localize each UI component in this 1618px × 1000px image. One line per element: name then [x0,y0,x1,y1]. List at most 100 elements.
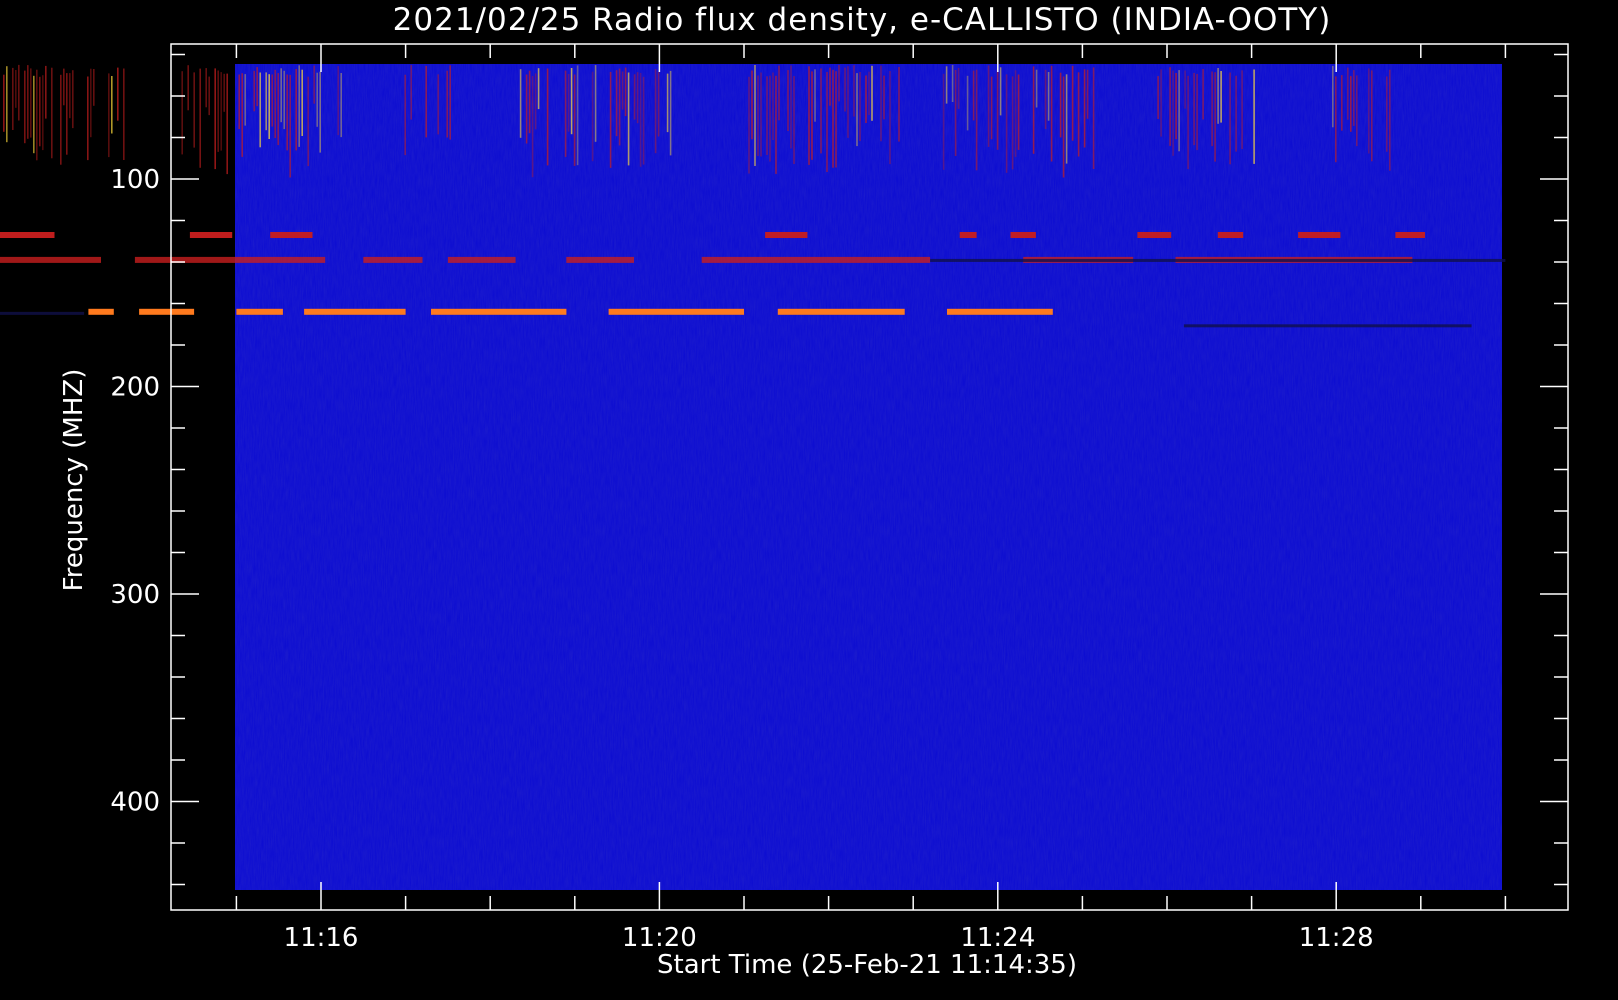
burst-stripe [69,73,71,119]
burst-stripe [618,68,621,146]
spectrogram-chart: 2021/02/25 Radio flux density, e-CALLIST… [0,0,1618,1000]
interference-band [959,232,977,238]
burst-stripe [669,70,672,156]
burst-stripe [546,68,549,166]
burst-stripe [1341,75,1343,131]
x-tick-label: 11:16 [284,923,359,953]
burst-stripe [1353,70,1355,126]
interference-band [88,308,114,315]
y-tick-label: 400 [110,788,160,818]
burst-stripe [1193,72,1195,146]
interference-band [1137,232,1172,238]
burst-stripe [259,72,261,148]
burst-stripe [1196,73,1198,151]
burst-stripe [199,68,201,168]
burst-stripe [1220,71,1222,123]
burst-stripe [286,74,288,151]
burst-stripe [537,68,540,110]
burst-stripe [1356,75,1358,147]
burst-stripe [621,71,624,110]
interference-band [363,256,423,263]
burst-stripe [942,73,945,170]
burst-stripe [30,68,32,138]
burst-stripe [117,67,119,121]
burst-stripe [1241,70,1243,150]
burst-stripe [1071,65,1074,141]
y-tick-label: 100 [110,165,160,195]
burst-stripe [624,67,627,117]
burst-stripe [446,70,448,138]
burst-stripe [987,65,990,147]
x-tick-label: 11:28 [1299,923,1374,953]
burst-stripe [996,69,999,150]
burst-stripe [265,72,267,131]
burst-stripe [36,69,38,161]
burst-stripe [1184,70,1186,109]
burst-stripe [181,71,183,155]
burst-stripe [591,71,594,162]
burst-stripe [238,74,240,129]
burst-stripe [42,75,44,151]
burst-stripe [205,68,207,108]
burst-stripe [1005,74,1008,173]
burst-stripe [1092,67,1095,169]
burst-stripe [277,73,279,146]
burst-stripe [576,65,579,166]
burst-stripe [63,68,65,106]
burst-stripe [975,69,978,171]
burst-stripe [193,72,195,148]
burst-stripe [1169,67,1171,146]
burst-stripe [754,65,756,166]
burst-stripe [301,69,303,136]
burst-stripe [787,70,789,131]
x-tick-label: 11:24 [960,923,1035,953]
burst-stripe [24,70,26,144]
burst-stripe [1178,70,1180,152]
burst-stripe [90,68,92,138]
burst-stripe [1077,72,1080,157]
burst-stripe [1017,74,1020,150]
burst-stripe [1011,76,1014,170]
interference-band [1217,232,1244,238]
burst-stripe [437,74,439,135]
interference-band [447,256,516,263]
burst-stripe [1175,73,1177,140]
burst-stripe [609,71,612,168]
burst-stripe [871,65,873,121]
burst-stripe [244,74,246,126]
burst-stripe [820,68,822,154]
burst-stripe [519,69,522,138]
burst-stripe [951,64,954,102]
burst-stripe [1202,69,1204,120]
burst-stripe [1253,69,1255,164]
burst-stripe [307,76,309,167]
burst-stripe [18,64,20,121]
burst-stripe [1217,68,1219,124]
interference-band [134,256,326,263]
burst-stripe [316,72,318,127]
burst-stripe [1032,66,1035,154]
burst-stripe [838,65,840,102]
burst-stripe [15,70,17,108]
burst-stripe [1347,67,1349,120]
dark-band [930,258,1506,262]
burst-stripe [313,65,315,104]
burst-stripe [865,75,867,123]
burst-stripe [534,73,537,130]
spectrogram-noise [235,64,1502,890]
interference-band [1395,232,1425,238]
burst-stripe [883,75,885,120]
burst-stripe [856,73,858,147]
burst-stripe [1086,69,1089,119]
burst-stripe [844,67,846,112]
dark-band [0,311,85,315]
burst-stripe [295,69,297,151]
burst-stripe [772,72,774,140]
burst-stripe [528,70,531,134]
burst-stripe [1059,72,1062,138]
burst-stripe [268,74,270,139]
burst-stripe [666,73,669,133]
burst-stripe [12,67,14,130]
interference-band [566,256,634,263]
burst-stripe [187,65,189,111]
